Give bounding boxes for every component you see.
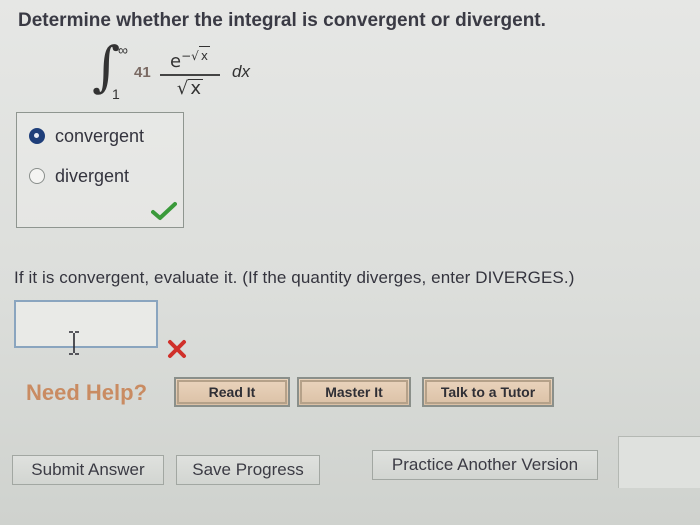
evaluate-prompt: If it is convergent, evaluate it. (If th…: [14, 268, 575, 287]
radio-convergent[interactable]: [29, 128, 45, 144]
save-progress-button[interactable]: Save Progress: [176, 455, 320, 485]
choice-convergent[interactable]: convergent: [29, 123, 144, 149]
choice-label: convergent: [55, 125, 145, 146]
fraction: e−√ x √ x: [160, 46, 220, 99]
talk-to-tutor-button[interactable]: Talk to a Tutor: [422, 377, 554, 407]
numerator: e−√ x: [160, 46, 220, 72]
choice-divergent[interactable]: divergent: [29, 163, 129, 189]
fraction-bar: [160, 74, 220, 76]
text-cursor-icon: [69, 331, 79, 355]
denominator: √ x: [176, 78, 204, 99]
master-it-button[interactable]: Master It: [297, 377, 411, 407]
choice-label: divergent: [55, 165, 130, 186]
checkmark-icon: [151, 202, 177, 220]
practice-another-version-button[interactable]: Practice Another Version: [372, 450, 598, 480]
answer-input[interactable]: [14, 300, 158, 348]
side-panel: [618, 436, 700, 488]
radio-divergent[interactable]: [29, 168, 45, 184]
upper-limit: ∞: [118, 42, 128, 58]
read-it-button[interactable]: Read It: [174, 377, 290, 407]
answer-choices: convergent divergent: [16, 112, 184, 228]
coefficient: 41: [134, 64, 151, 81]
question-text: Determine whether the integral is conver…: [18, 10, 546, 31]
integral-expression: ∫ ∞ 1 41 e−√ x √ x dx: [92, 40, 292, 110]
numerator-radicand: x: [198, 46, 210, 65]
need-help-label: Need Help?: [26, 380, 148, 405]
denominator-radicand: x: [188, 78, 204, 99]
cross-icon: [168, 340, 186, 358]
lower-limit: 1: [112, 86, 120, 102]
submit-answer-button[interactable]: Submit Answer: [12, 455, 164, 485]
differential: dx: [232, 62, 250, 81]
